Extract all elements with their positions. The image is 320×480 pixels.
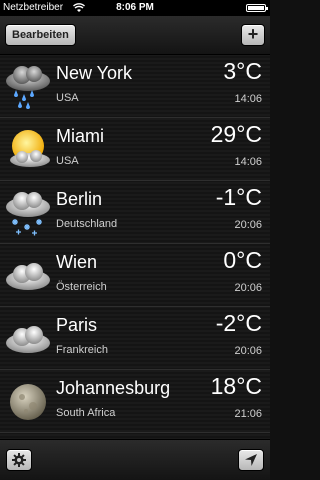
temperature: 0°C — [223, 247, 262, 273]
city-row-johannesburg[interactable]: Johannesburg South Africa 18°C 21:06 — [0, 370, 270, 433]
gear-icon — [12, 453, 26, 467]
temperature: -1°C — [215, 184, 262, 210]
local-time: 21:06 — [234, 408, 262, 420]
city-name: Berlin — [56, 189, 103, 209]
navigation-bar: Bearbeiten + — [0, 16, 270, 55]
city-name: Johannesburg — [56, 378, 171, 398]
cloud-icon — [6, 326, 50, 353]
city-name: Wien — [56, 252, 98, 272]
city-row-paris[interactable]: Paris Frankreich -2°C 20:06 — [0, 307, 270, 370]
sun-cloud-icon — [10, 130, 50, 167]
city-name: New York — [56, 63, 133, 83]
cloud-icon — [6, 263, 50, 290]
city-list[interactable]: New York USA 3°C 14:06 Miami USA 29°C 14… — [0, 55, 270, 440]
country-name: Österreich — [56, 281, 107, 293]
temperature: -2°C — [215, 310, 262, 336]
country-name: Frankreich — [56, 344, 108, 356]
settings-button[interactable] — [6, 449, 32, 471]
city-name: Paris — [56, 315, 98, 335]
city-row-wien[interactable]: Wien Österreich 0°C 20:06 — [0, 244, 270, 307]
edit-button[interactable]: Bearbeiten — [5, 24, 76, 46]
location-button[interactable] — [238, 449, 264, 471]
local-time: 20:06 — [234, 345, 262, 357]
bottom-toolbar — [0, 439, 270, 480]
local-time: 14:06 — [234, 156, 262, 168]
moon-icon — [10, 384, 46, 420]
country-name: USA — [56, 155, 79, 167]
temperature: 3°C — [223, 58, 262, 84]
city-row-berlin[interactable]: Berlin Deutschland -1°C 20:06 — [0, 181, 270, 244]
country-name: USA — [56, 92, 79, 104]
battery-icon — [246, 4, 268, 12]
clock: 8:06 PM — [116, 2, 154, 13]
city-name: Miami — [56, 126, 104, 146]
location-arrow-icon — [245, 454, 257, 466]
status-bar: Netzbetreiber 8:06 PM — [0, 0, 270, 16]
temperature: 29°C — [210, 121, 262, 147]
city-row-miami[interactable]: Miami USA 29°C 14:06 — [0, 118, 270, 181]
country-name: Deutschland — [56, 218, 118, 230]
cloud-rain-icon — [6, 66, 50, 109]
local-time: 14:06 — [234, 93, 262, 105]
temperature: 18°C — [210, 373, 262, 399]
add-city-button[interactable]: + — [241, 24, 265, 46]
local-time: 20:06 — [234, 282, 262, 294]
city-row-new-york[interactable]: New York USA 3°C 14:06 — [0, 55, 270, 118]
local-time: 20:06 — [234, 219, 262, 231]
country-name: South Africa — [56, 407, 116, 419]
cloud-snow-icon — [6, 192, 50, 236]
